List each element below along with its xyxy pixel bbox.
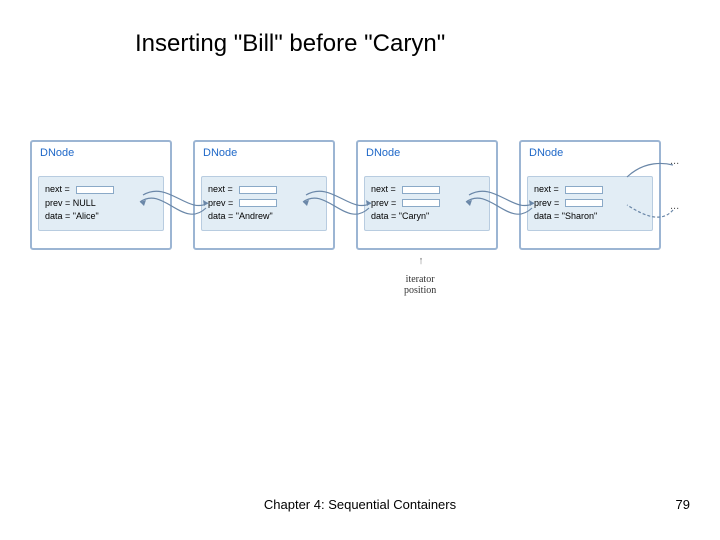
footer-chapter: Chapter 4: Sequential Containers [0, 497, 720, 512]
node-type-label: DNode [32, 142, 170, 161]
pointer-box [239, 186, 277, 194]
pointer-box [402, 186, 440, 194]
node-type-label: DNode [521, 142, 659, 161]
next-field: next = [534, 183, 646, 197]
iterator-label: iterator position [404, 274, 436, 296]
dnode-sharon: DNode next = prev = data = "Sharon" [519, 140, 661, 250]
pointer-box [565, 199, 603, 207]
prev-field: prev = [371, 197, 483, 211]
prev-field: prev = NULL [45, 197, 157, 211]
dnode-alice: DNode next = prev = NULL data = "Alice" [30, 140, 172, 250]
dnode-caryn: DNode next = prev = data = "Caryn" [356, 140, 498, 250]
node-body: next = prev = NULL data = "Alice" [38, 176, 164, 231]
pointer-box [402, 199, 440, 207]
data-field: data = "Alice" [45, 210, 157, 224]
prev-field: prev = [208, 197, 320, 211]
pointer-box [239, 199, 277, 207]
node-body: next = prev = data = "Sharon" [527, 176, 653, 231]
pointer-box [76, 186, 114, 194]
pointer-box [565, 186, 603, 194]
ellipsis-bottom: ... [670, 200, 679, 212]
data-field: data = "Caryn" [371, 210, 483, 224]
next-field: next = [371, 183, 483, 197]
node-body: next = prev = data = "Caryn" [364, 176, 490, 231]
page-number: 79 [676, 497, 690, 512]
linked-list-diagram: DNode next = prev = NULL data = "Alice" … [30, 140, 700, 340]
data-field: data = "Andrew" [208, 210, 320, 224]
ellipsis-top: ... [670, 155, 679, 167]
node-body: next = prev = data = "Andrew" [201, 176, 327, 231]
iterator-arrow-icon [420, 248, 422, 274]
slide-title: Inserting "Bill" before "Caryn" [135, 30, 445, 58]
next-field: next = [208, 183, 320, 197]
prev-field: prev = [534, 197, 646, 211]
data-field: data = "Sharon" [534, 210, 646, 224]
next-field: next = [45, 183, 157, 197]
node-type-label: DNode [195, 142, 333, 161]
node-type-label: DNode [358, 142, 496, 161]
dnode-andrew: DNode next = prev = data = "Andrew" [193, 140, 335, 250]
